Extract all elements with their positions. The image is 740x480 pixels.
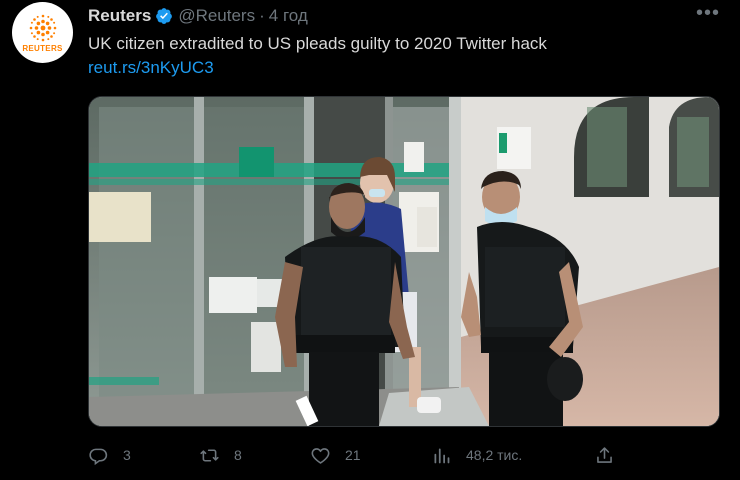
reply-count: 3: [123, 447, 131, 463]
tweet-text: UK citizen extradited to US pleads guilt…: [88, 34, 547, 53]
tweet-header: Reuters @Reuters · 4 год: [88, 5, 308, 27]
tweet-link[interactable]: reut.rs/3nKyUC3: [88, 58, 214, 78]
share-button[interactable]: [594, 442, 615, 468]
retweet-count: 8: [234, 447, 242, 463]
author-handle[interactable]: @Reuters: [178, 6, 255, 26]
reply-button[interactable]: 3: [88, 442, 131, 468]
photo-scene: [89, 97, 719, 426]
more-icon[interactable]: •••: [696, 2, 720, 25]
author-name[interactable]: Reuters: [88, 6, 151, 26]
header-separator: ·: [259, 6, 265, 25]
verified-badge-icon: [156, 8, 173, 24]
retweet-icon: [200, 448, 219, 462]
heart-icon: [311, 447, 330, 464]
reply-icon: [89, 448, 108, 465]
views-button[interactable]: 48,2 тис.: [431, 442, 522, 468]
tweet-timestamp[interactable]: 4 год: [269, 6, 308, 26]
views-icon: [434, 448, 450, 463]
retweet-button[interactable]: 8: [199, 442, 242, 468]
avatar-logo-text: REUTERS: [22, 43, 63, 53]
share-icon: [597, 446, 612, 463]
reuters-logo-icon: [29, 14, 56, 41]
tweet-action-bar: 3 8 21 48,2 тис.: [88, 442, 728, 468]
tweet-photo[interactable]: [88, 96, 720, 427]
avatar[interactable]: REUTERS: [12, 2, 73, 63]
tweet[interactable]: REUTERS Reuters @Reuters · 4 год ••• UK …: [0, 0, 740, 480]
like-button[interactable]: 21: [310, 442, 361, 468]
views-count: 48,2 тис.: [466, 447, 523, 463]
like-count: 21: [345, 447, 361, 463]
